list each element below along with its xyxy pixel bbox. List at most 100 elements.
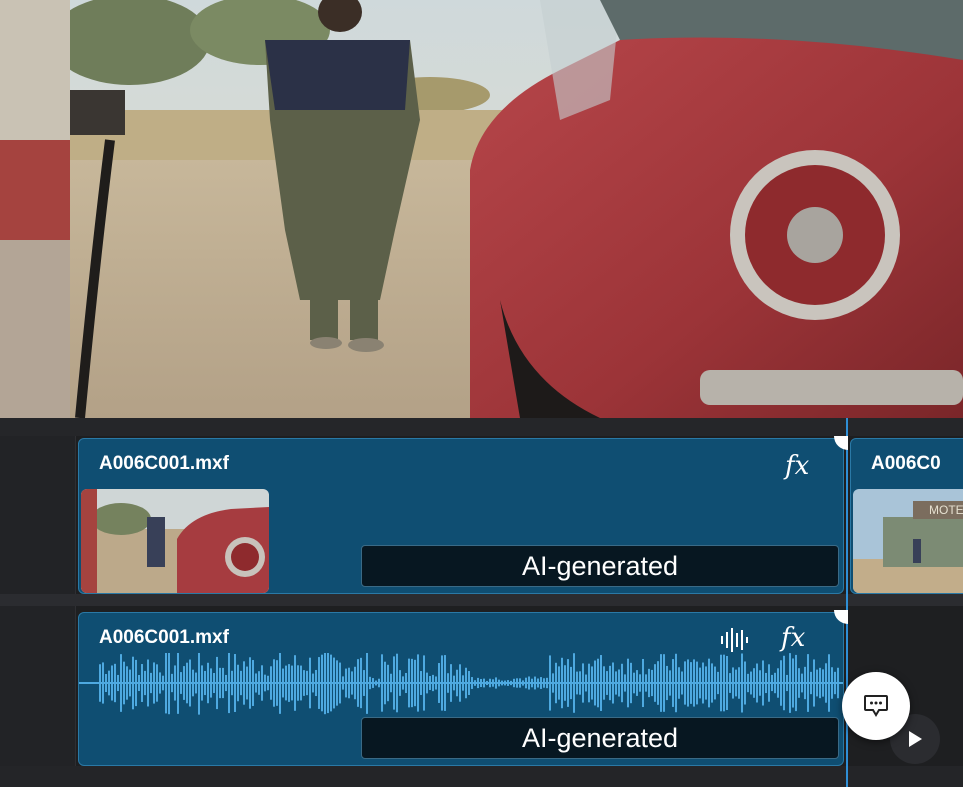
waveform-bar	[219, 667, 221, 699]
waveform-bar	[474, 680, 476, 686]
fx-icon[interactable]: fx	[781, 623, 805, 653]
waveform-bar	[405, 672, 407, 694]
waveform-bar	[354, 666, 356, 700]
waveform-bar	[435, 676, 437, 690]
waveform-bar	[420, 671, 422, 695]
waveform-bar	[336, 660, 338, 706]
waveform-bar	[837, 667, 839, 699]
waveform-bar	[396, 653, 398, 713]
waveform-bar	[489, 678, 491, 688]
waveform-bar	[132, 656, 134, 710]
waveform-bar	[783, 655, 785, 711]
waveform-bar	[831, 667, 833, 699]
waveform-bar	[189, 659, 191, 707]
waveform-bar	[798, 668, 800, 698]
waveform-bar	[591, 666, 593, 700]
waveform-bar	[651, 669, 653, 697]
waveform-bar	[618, 669, 620, 697]
waveform-bar	[678, 667, 680, 699]
waveform-bar	[564, 665, 566, 701]
video-clip[interactable]: A006C001.mxf fx AI-generated	[78, 438, 844, 594]
waveform-bar	[477, 677, 479, 689]
chat-button[interactable]	[842, 672, 910, 740]
waveform-bar	[120, 654, 122, 712]
waveform-bar	[138, 675, 140, 691]
video-viewer	[0, 0, 963, 418]
waveform-bar	[723, 654, 725, 712]
waveform-bar	[294, 655, 296, 711]
waveform-bar	[102, 662, 104, 704]
waveform-bar	[762, 660, 764, 706]
waveform-bar	[450, 664, 452, 702]
waveform-bar	[813, 659, 815, 707]
waveform-bar	[285, 665, 287, 701]
waveform-bar	[780, 660, 782, 706]
waveform-bar	[735, 669, 737, 697]
waveform-bar	[600, 655, 602, 711]
waveform-bar	[369, 676, 371, 690]
waveform-bar	[621, 663, 623, 703]
next-video-clip[interactable]: A006C0 MOTE	[850, 438, 963, 594]
waveform-bar	[681, 671, 683, 695]
waveform-bar	[357, 659, 359, 707]
waveform-bar	[255, 673, 257, 693]
audio-clip[interactable]: A006C001.mxf fx AI-generated	[78, 612, 844, 766]
waveform-bar	[321, 654, 323, 712]
waveform-bar	[585, 674, 587, 692]
waveform-bar	[417, 654, 419, 712]
audio-waveform-icon[interactable]	[719, 627, 749, 653]
waveform-bar	[423, 655, 425, 711]
waveform-bar	[483, 678, 485, 688]
waveform-bar	[399, 670, 401, 696]
waveform-bar	[732, 667, 734, 699]
waveform-bar	[807, 654, 809, 712]
waveform-bar	[819, 667, 821, 699]
waveform-bar	[252, 660, 254, 706]
waveform-bar	[660, 654, 662, 712]
waveform-bar	[105, 673, 107, 693]
waveform-bar	[546, 677, 548, 689]
waveform-bar	[558, 666, 560, 700]
waveform-bar	[627, 658, 629, 708]
waveform-bar	[225, 674, 227, 692]
waveform-bar	[789, 653, 791, 713]
waveform-bar	[291, 665, 293, 701]
motel-sign-text: MOTE	[929, 503, 963, 517]
timeline-ruler	[0, 418, 963, 436]
waveform-bar	[612, 662, 614, 704]
waveform-bar	[351, 671, 353, 695]
waveform-bar	[249, 657, 251, 709]
waveform-bar	[141, 664, 143, 702]
waveform-bar	[144, 670, 146, 696]
timeline: A006C001.mxf fx AI-generated A006C0 MOTE…	[0, 418, 963, 787]
waveform-bar	[426, 672, 428, 694]
waveform-bar	[492, 679, 494, 687]
waveform-bar	[801, 673, 803, 693]
waveform-bar	[408, 658, 410, 708]
waveform-bar	[360, 657, 362, 709]
waveform-bar	[246, 666, 248, 700]
fx-icon[interactable]: fx	[785, 451, 809, 481]
waveform-bar	[282, 668, 284, 698]
waveform-bar	[129, 669, 131, 697]
waveform-bar	[303, 670, 305, 696]
waveform-bar	[630, 662, 632, 704]
waveform-bar	[318, 657, 320, 709]
waveform-bar	[753, 668, 755, 698]
waveform-bar	[372, 678, 374, 688]
waveform-bar	[501, 680, 503, 686]
waveform-bar	[468, 671, 470, 695]
waveform-bar	[576, 671, 578, 695]
waveform-bar	[363, 670, 365, 696]
waveform-bar	[453, 675, 455, 691]
waveform-bar	[741, 653, 743, 713]
waveform-bar	[222, 667, 224, 699]
waveform-bar	[444, 655, 446, 711]
waveform-bar	[588, 663, 590, 703]
waveform-bar	[243, 661, 245, 705]
playhead[interactable]	[846, 418, 848, 787]
waveform-bar	[261, 665, 263, 701]
waveform-bar	[279, 653, 281, 714]
waveform-bar	[486, 680, 488, 686]
waveform-bar	[345, 668, 347, 698]
